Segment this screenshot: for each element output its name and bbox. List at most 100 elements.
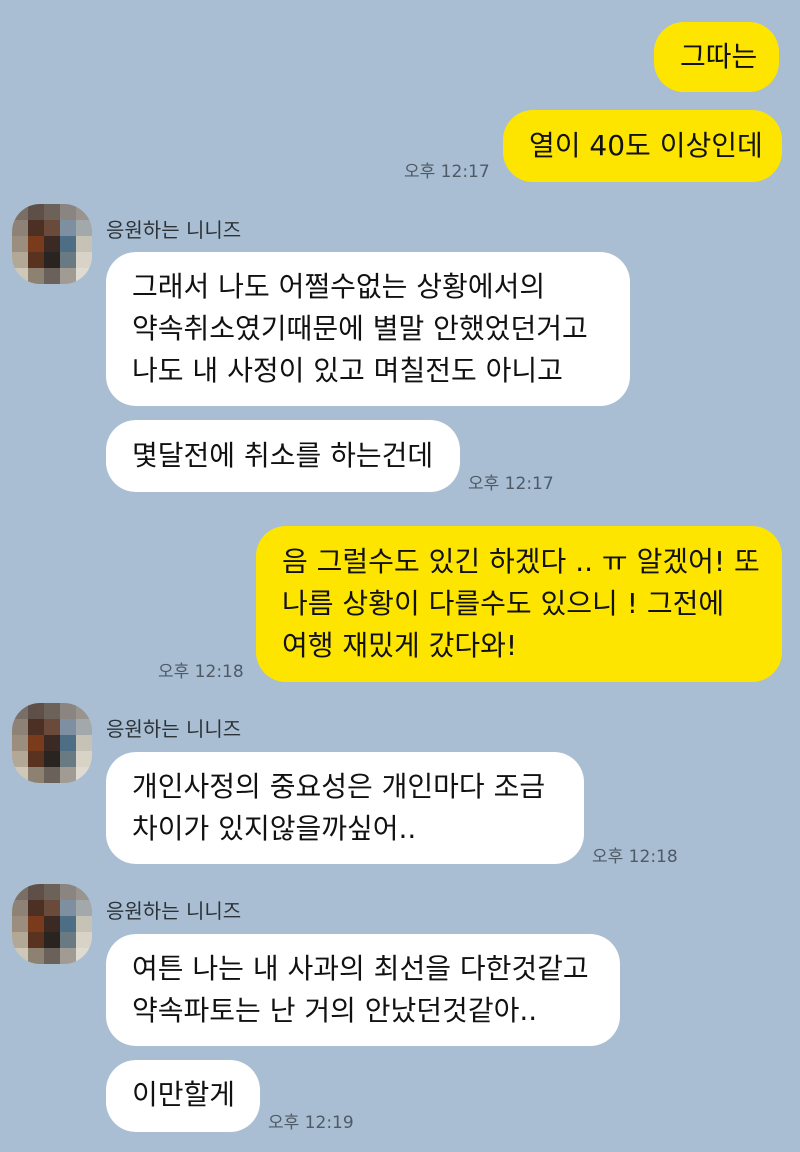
sender-name: 응원하는 니니즈 xyxy=(106,899,242,923)
avatar-pixel xyxy=(28,735,44,751)
avatar-pixel xyxy=(76,719,92,735)
message-time: 오후 12:18 xyxy=(158,662,244,682)
avatar-pixel xyxy=(76,932,92,948)
avatar-pixel xyxy=(44,948,60,964)
their-message-bubble[interactable]: 몇달전에 취소를 하는건데 xyxy=(106,420,460,492)
avatar-pixel xyxy=(12,204,28,220)
message-text-line: 차이가 있지않을까싶어.. xyxy=(132,812,417,845)
message-time: 오후 12:18 xyxy=(592,847,678,867)
my-message-bubble[interactable]: 열이 40도 이상인데 xyxy=(503,110,782,182)
avatar-pixel xyxy=(44,252,60,268)
avatar-pixel xyxy=(12,948,28,964)
avatar-pixel xyxy=(76,948,92,964)
avatar-pixel xyxy=(12,719,28,735)
avatar-pixel xyxy=(60,884,76,900)
avatar-pixel xyxy=(12,751,28,767)
avatar-pixel xyxy=(28,204,44,220)
message-text-line: 나도 내 사정이 있고 며칠전도 아니고 xyxy=(132,354,563,387)
avatar-pixel xyxy=(44,735,60,751)
my-message-bubble[interactable]: 그따는 xyxy=(654,22,779,92)
avatar-pixel xyxy=(28,900,44,916)
avatar-pixel xyxy=(28,220,44,236)
avatar-pixel xyxy=(28,767,44,783)
avatar-pixel xyxy=(12,220,28,236)
message-text-line: 음 그럴수도 있긴 하겠다 .. ㅠ 알겠어! 또 xyxy=(282,545,760,578)
sender-name: 응원하는 니니즈 xyxy=(106,218,242,242)
avatar-pixel xyxy=(28,252,44,268)
avatar-pixel xyxy=(28,719,44,735)
avatar-pixel xyxy=(76,916,92,932)
profile-avatar[interactable] xyxy=(12,204,92,284)
avatar-pixel xyxy=(44,751,60,767)
avatar-pixel xyxy=(12,900,28,916)
avatar-pixel xyxy=(76,884,92,900)
avatar-pixel xyxy=(44,932,60,948)
avatar-pixel xyxy=(28,703,44,719)
avatar-pixel xyxy=(44,900,60,916)
avatar-pixel xyxy=(44,204,60,220)
avatar-pixel xyxy=(12,767,28,783)
message-text-line: 약속파토는 난 거의 안났던것같아.. xyxy=(132,994,538,1027)
message-time: 오후 12:17 xyxy=(404,162,490,182)
avatar-pixel xyxy=(60,236,76,252)
avatar-pixel xyxy=(60,916,76,932)
avatar-pixel xyxy=(28,268,44,284)
avatar-pixel xyxy=(60,735,76,751)
message-text-line: 여행 재밌게 갔다와! xyxy=(282,629,518,662)
avatar-pixel xyxy=(60,703,76,719)
avatar-pixel xyxy=(44,236,60,252)
avatar-pixel xyxy=(60,204,76,220)
avatar-pixel xyxy=(44,767,60,783)
avatar-pixel xyxy=(60,900,76,916)
message-text-line: 개인사정의 중요성은 개인마다 조금 xyxy=(132,770,546,803)
message-text-line: 나름 상황이 다를수도 있으니 ! 그전에 xyxy=(282,587,725,620)
avatar-pixel xyxy=(12,884,28,900)
message-text: 그따는 xyxy=(680,40,758,73)
profile-avatar[interactable] xyxy=(12,884,92,964)
avatar-pixel xyxy=(76,900,92,916)
avatar-pixel xyxy=(76,268,92,284)
my-message-bubble[interactable]: 음 그럴수도 있긴 하겠다 .. ㅠ 알겠어! 또 나름 상황이 다를수도 있으… xyxy=(256,526,782,682)
avatar-pixel xyxy=(44,884,60,900)
message-text: 몇달전에 취소를 하는건데 xyxy=(132,439,434,472)
avatar-pixel xyxy=(60,948,76,964)
sender-name: 응원하는 니니즈 xyxy=(106,717,242,741)
avatar-pixel xyxy=(60,751,76,767)
avatar-pixel xyxy=(44,719,60,735)
their-message-bubble[interactable]: 여튼 나는 내 사과의 최선을 다한것같고 약속파토는 난 거의 안났던것같아.… xyxy=(106,934,620,1046)
avatar-pixel xyxy=(12,932,28,948)
message-time: 오후 12:17 xyxy=(468,474,554,494)
avatar-pixel xyxy=(28,751,44,767)
message-time: 오후 12:19 xyxy=(268,1113,354,1133)
avatar-pixel xyxy=(12,236,28,252)
avatar-pixel xyxy=(28,932,44,948)
avatar-pixel xyxy=(76,751,92,767)
avatar-pixel xyxy=(76,703,92,719)
avatar-pixel xyxy=(60,252,76,268)
avatar-pixel xyxy=(12,916,28,932)
message-text: 열이 40도 이상인데 xyxy=(529,129,763,162)
message-text-line: 약속취소였기때문에 별말 안했었던거고 xyxy=(132,312,588,345)
avatar-pixel xyxy=(12,703,28,719)
avatar-pixel xyxy=(44,268,60,284)
avatar-pixel xyxy=(76,236,92,252)
avatar-pixel xyxy=(60,767,76,783)
their-message-bubble[interactable]: 그래서 나도 어쩔수없는 상황에서의 약속취소였기때문에 별말 안했었던거고 나… xyxy=(106,252,630,406)
avatar-pixel xyxy=(76,220,92,236)
their-message-bubble[interactable]: 개인사정의 중요성은 개인마다 조금 차이가 있지않을까싶어.. xyxy=(106,752,584,864)
avatar-pixel xyxy=(60,220,76,236)
avatar-pixel xyxy=(12,268,28,284)
avatar-pixel xyxy=(60,719,76,735)
avatar-pixel xyxy=(76,252,92,268)
profile-avatar[interactable] xyxy=(12,703,92,783)
avatar-pixel xyxy=(28,236,44,252)
avatar-pixel xyxy=(76,767,92,783)
avatar-pixel xyxy=(28,916,44,932)
message-text-line: 여튼 나는 내 사과의 최선을 다한것같고 xyxy=(132,952,589,985)
avatar-pixel xyxy=(28,884,44,900)
avatar-pixel xyxy=(12,252,28,268)
avatar-pixel xyxy=(44,703,60,719)
avatar-pixel xyxy=(60,932,76,948)
avatar-pixel xyxy=(44,220,60,236)
their-message-bubble[interactable]: 이만할게 xyxy=(106,1060,260,1132)
